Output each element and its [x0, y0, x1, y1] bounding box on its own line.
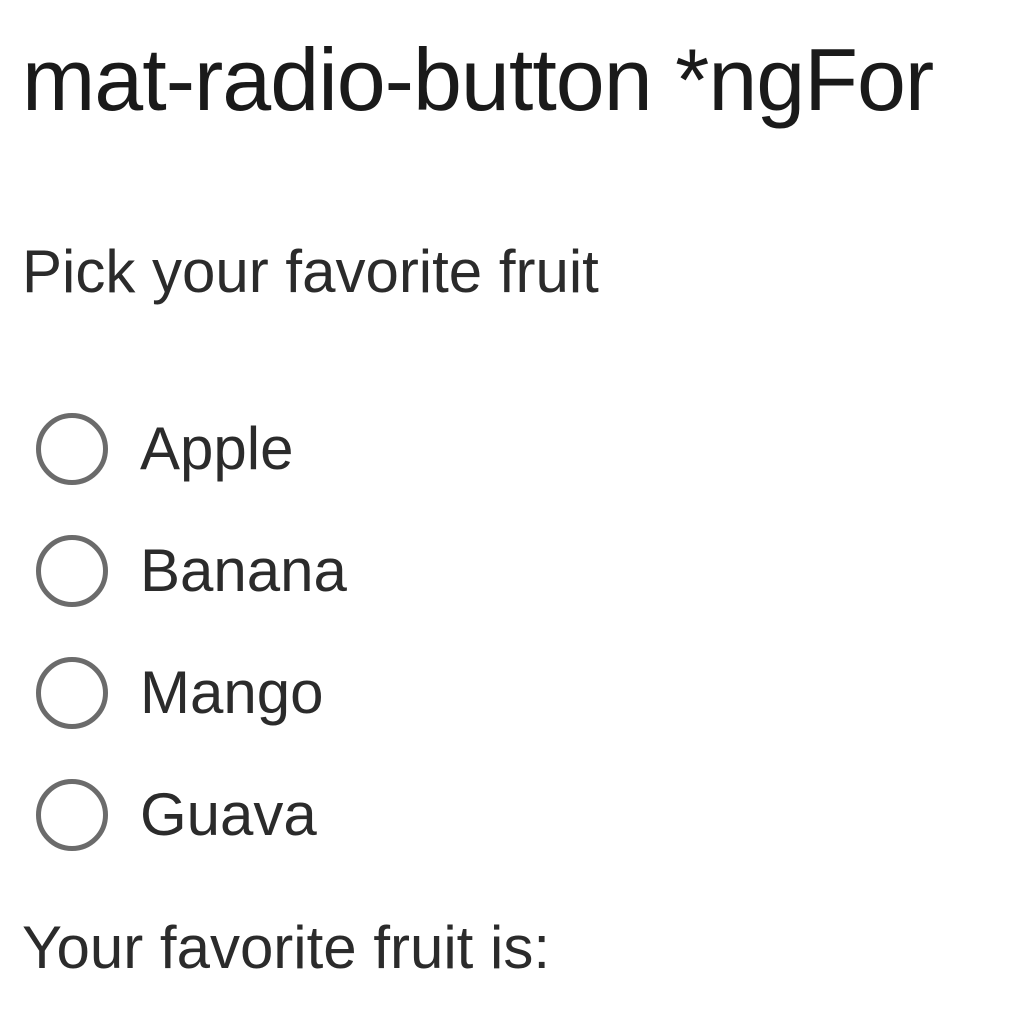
result-label: Your favorite fruit is: — [22, 914, 551, 981]
radio-label-guava[interactable]: Guava — [140, 779, 317, 851]
radio-circle-icon[interactable] — [36, 779, 108, 851]
radio-label-apple[interactable]: Apple — [140, 413, 293, 485]
page-title: mat-radio-button *ngFor — [22, 30, 934, 129]
favorite-fruit-result: Your favorite fruit is: — [22, 912, 564, 984]
radio-circle-icon[interactable] — [36, 535, 108, 607]
page: mat-radio-button *ngFor Pick your favori… — [0, 0, 1024, 1024]
radio-label-mango[interactable]: Mango — [140, 657, 323, 729]
radio-circle-icon[interactable] — [36, 657, 108, 729]
radio-option-banana[interactable]: Banana — [36, 510, 347, 632]
radio-label-banana[interactable]: Banana — [140, 535, 347, 607]
radio-option-apple[interactable]: Apple — [36, 388, 347, 510]
fruit-radio-group: Apple Banana Mango Guava — [36, 388, 347, 876]
radio-circle-icon[interactable] — [36, 413, 108, 485]
radio-option-mango[interactable]: Mango — [36, 632, 347, 754]
radio-group-label: Pick your favorite fruit — [22, 238, 599, 305]
radio-option-guava[interactable]: Guava — [36, 754, 347, 876]
